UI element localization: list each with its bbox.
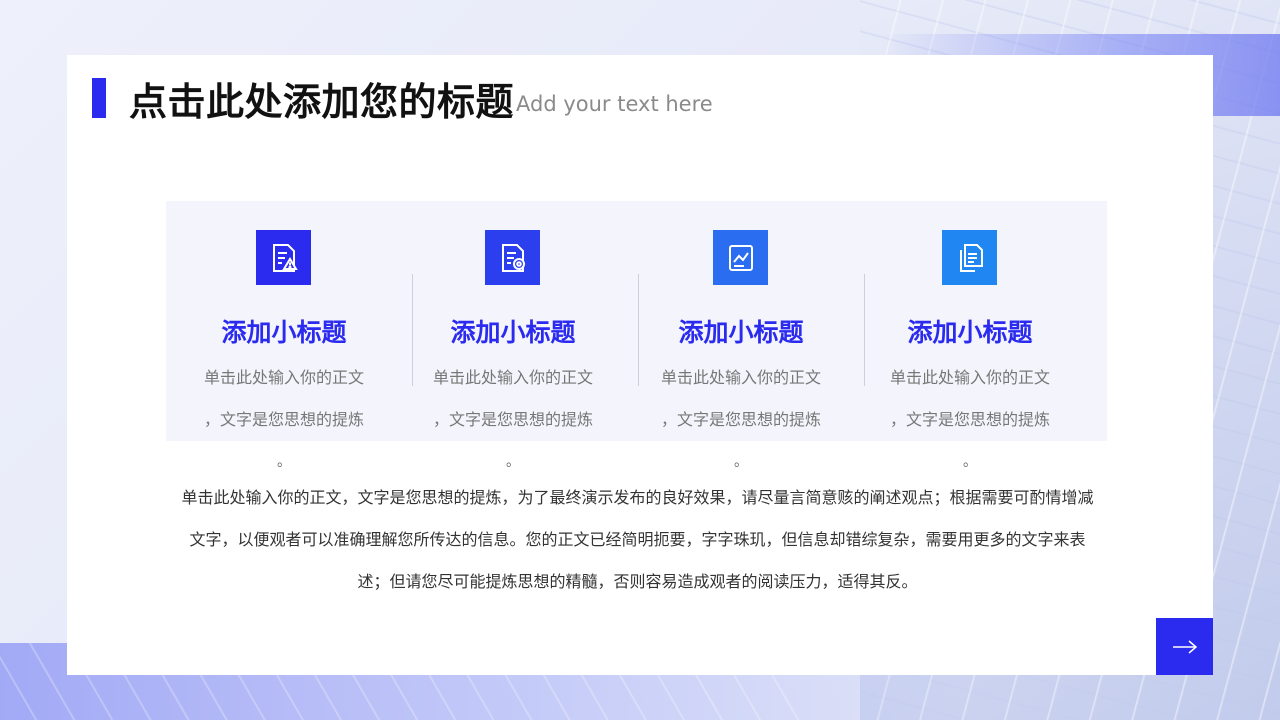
feature-title[interactable]: 添加小标题 <box>399 313 627 349</box>
feature-text-line[interactable]: 单击此处输入你的正文 <box>170 364 398 388</box>
title-accent-bar <box>92 78 106 118</box>
feature-text-end: 。 <box>277 454 291 470</box>
feature-text-end: 。 <box>506 454 520 470</box>
arrow-right-icon <box>1172 639 1197 654</box>
feature-column-2: 添加小标题 单击此处输入你的正文 ，文字是您思想的提炼 。 <box>399 201 627 470</box>
next-slide-button[interactable] <box>1156 618 1213 675</box>
feature-panel: 添加小标题 单击此处输入你的正文 ，文字是您思想的提炼 。 添加小标题 单击此处… <box>166 201 1107 470</box>
feature-text-line[interactable]: ，文字是您思想的提炼 <box>399 406 627 430</box>
chart-document-icon <box>713 230 768 285</box>
page-subtitle[interactable]: Add your text here <box>516 92 713 116</box>
feature-text-line[interactable]: 单击此处输入你的正文 <box>627 364 855 388</box>
feature-text-line[interactable]: ，文字是您思想的提炼 <box>170 406 398 430</box>
body-paragraph[interactable]: 单击此处输入你的正文，文字是您思想的提炼，为了最终演示发布的良好效果，请尽量言简… <box>180 477 1095 603</box>
feature-column-1: 添加小标题 单击此处输入你的正文 ，文字是您思想的提炼 。 <box>170 201 398 470</box>
feature-text-line[interactable]: 单击此处输入你的正文 <box>399 364 627 388</box>
feature-text-end: 。 <box>734 454 748 470</box>
feature-column-3: 添加小标题 单击此处输入你的正文 ，文字是您思想的提炼 。 <box>627 201 855 470</box>
document-settings-icon <box>485 230 540 285</box>
feature-text-line[interactable]: ，文字是您思想的提炼 <box>856 406 1084 430</box>
feature-text-line[interactable]: 单击此处输入你的正文 <box>856 364 1084 388</box>
copy-documents-icon <box>942 230 997 285</box>
feature-title[interactable]: 添加小标题 <box>856 313 1084 349</box>
feature-text-end: 。 <box>963 454 977 470</box>
content-card: 点击此处添加您的标题 Add your text here 添加小标题 单击此处… <box>67 55 1213 675</box>
feature-column-4: 添加小标题 单击此处输入你的正文 ，文字是您思想的提炼 。 <box>856 201 1084 470</box>
feature-text-line[interactable]: ，文字是您思想的提炼 <box>627 406 855 430</box>
feature-title[interactable]: 添加小标题 <box>170 313 398 349</box>
document-warning-icon <box>256 230 311 285</box>
page-title[interactable]: 点击此处添加您的标题 <box>129 71 514 126</box>
feature-title[interactable]: 添加小标题 <box>627 313 855 349</box>
